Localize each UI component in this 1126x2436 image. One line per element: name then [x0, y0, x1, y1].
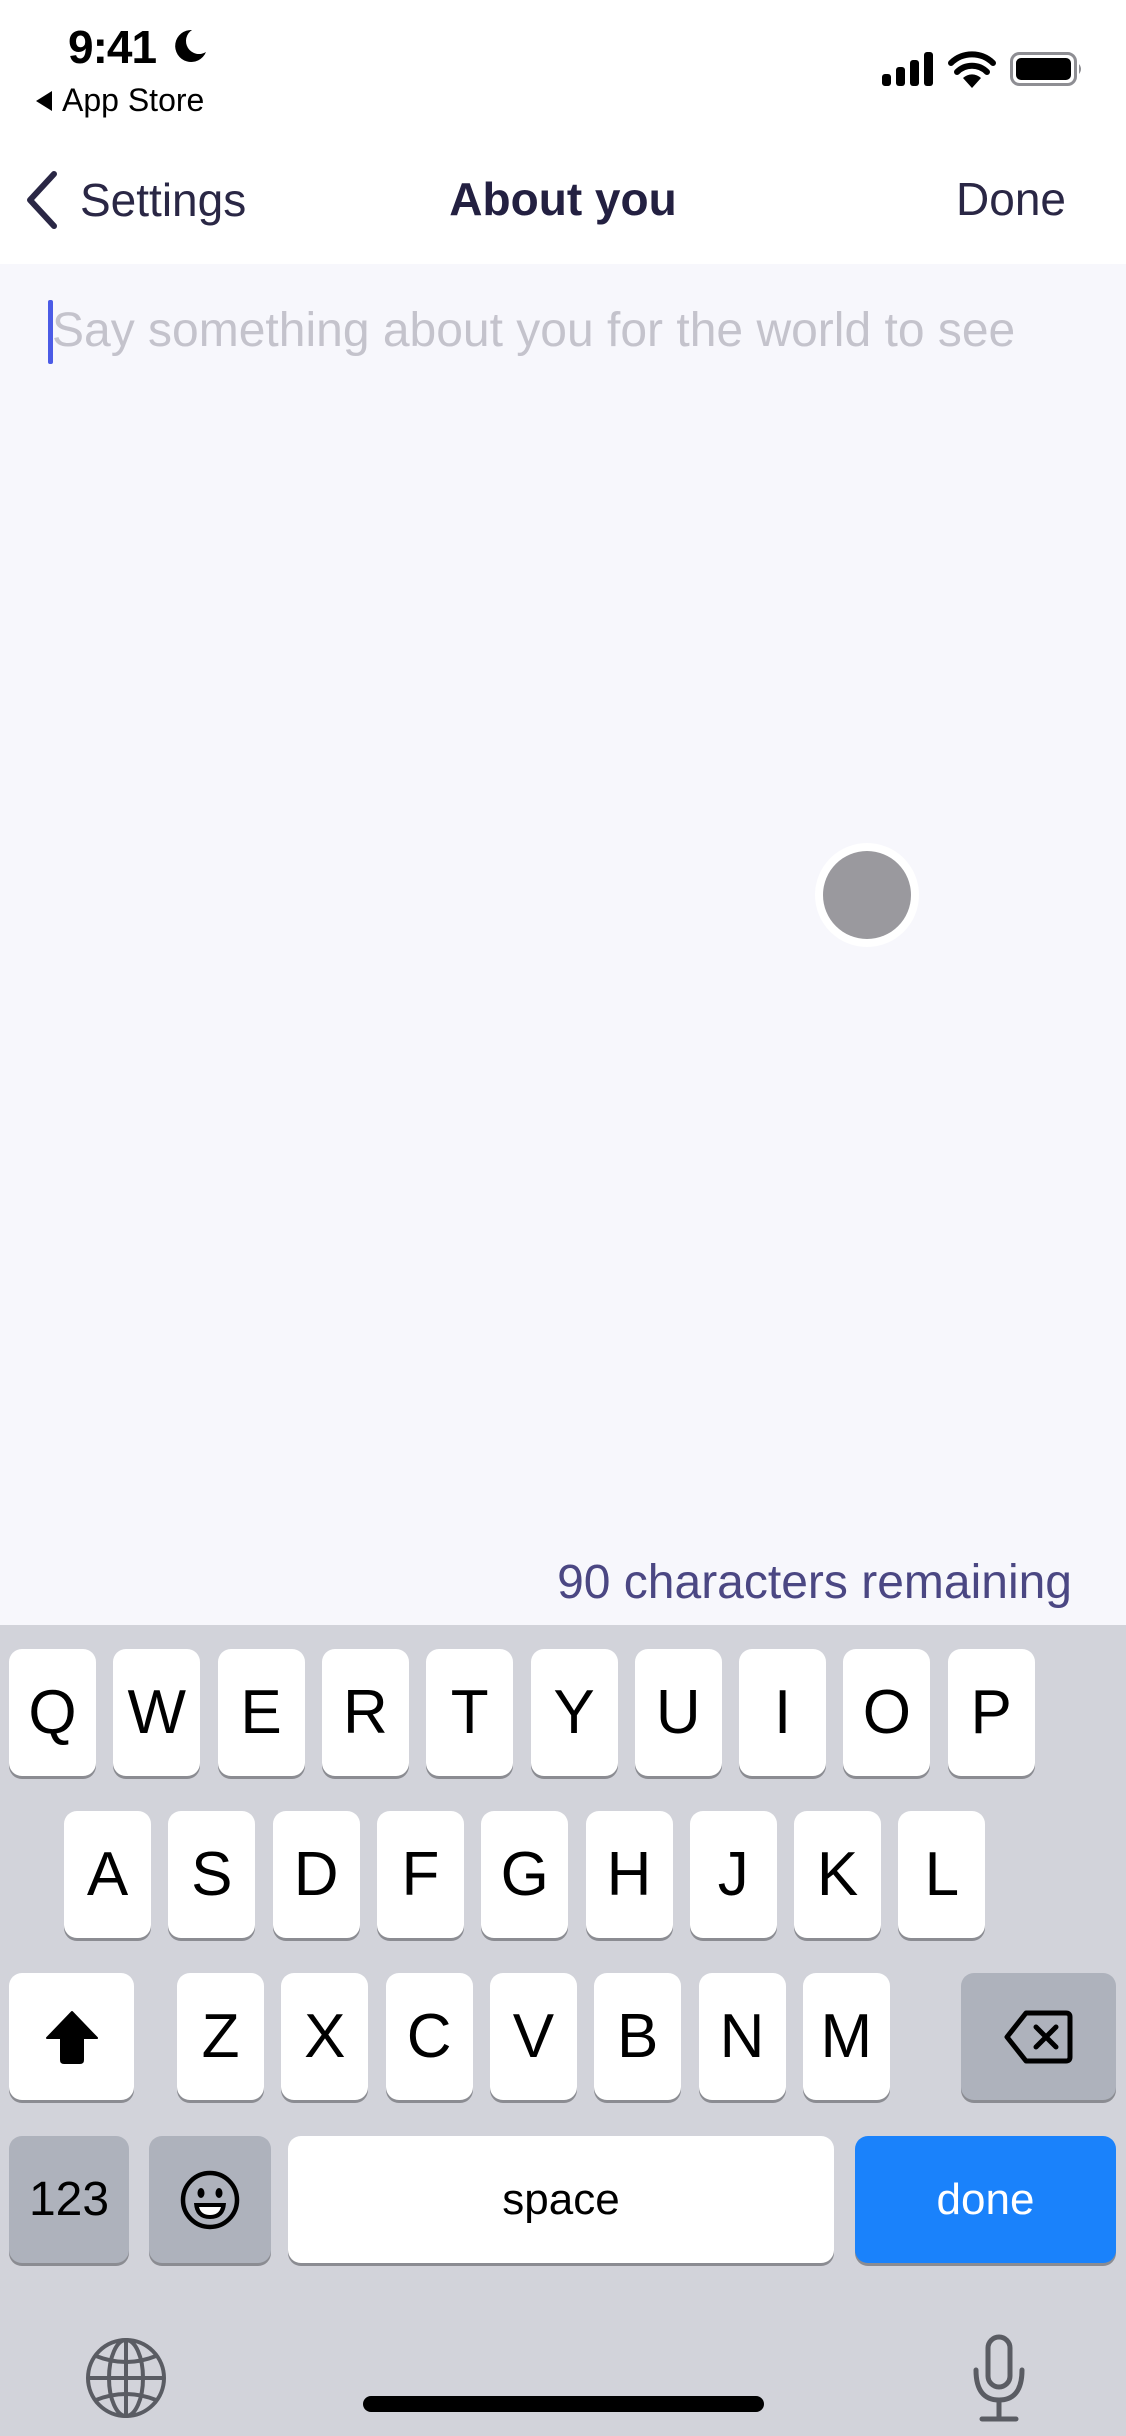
key[interactable]: D	[272, 1811, 360, 1938]
keyboard-done-key[interactable]: done	[855, 2136, 1116, 2263]
key[interactable]: N	[698, 1973, 786, 2100]
key[interactable]: A	[64, 1811, 151, 1938]
text-caret	[48, 300, 53, 364]
emoji-key[interactable]	[149, 2136, 271, 2263]
key[interactable]: X	[281, 1973, 369, 2100]
backspace-key[interactable]	[961, 1973, 1116, 2100]
key[interactable]: P	[947, 1649, 1035, 1776]
key[interactable]: B	[594, 1973, 682, 2100]
microphone-icon[interactable]	[970, 2334, 1028, 2424]
back-to-app-label: App Store	[62, 82, 205, 118]
key[interactable]: T	[426, 1649, 514, 1776]
key[interactable]: I	[739, 1649, 827, 1776]
about-placeholder: Say something about you for the world to…	[52, 304, 1016, 357]
numbers-key[interactable]: 123	[9, 2136, 129, 2263]
wifi-icon	[948, 51, 996, 88]
keyboard: QWERTYUIOP ASDFGHJKL ZXCVBNM 123 space d…	[0, 1625, 1126, 2436]
key[interactable]: H	[585, 1811, 673, 1938]
battery-icon	[1010, 52, 1081, 86]
characters-remaining: 90 characters remaining	[557, 1556, 1072, 1609]
status-time: 9:41	[68, 21, 157, 73]
home-indicator[interactable]	[363, 2396, 764, 2412]
key[interactable]: K	[794, 1811, 882, 1938]
key[interactable]: R	[321, 1649, 409, 1776]
key[interactable]: O	[843, 1649, 931, 1776]
moon-icon	[175, 29, 206, 62]
touch-indicator	[823, 851, 911, 939]
about-text-area[interactable]	[0, 264, 1126, 1624]
key[interactable]: E	[217, 1649, 305, 1776]
key[interactable]: W	[113, 1649, 201, 1776]
key[interactable]: L	[898, 1811, 986, 1938]
cellular-signal-icon	[882, 52, 933, 86]
back-triangle-icon	[36, 90, 52, 111]
key[interactable]: U	[634, 1649, 722, 1776]
key[interactable]: Z	[177, 1973, 264, 2100]
back-to-app-link[interactable]: App Store	[36, 82, 204, 119]
key[interactable]: S	[168, 1811, 256, 1938]
key[interactable]: Q	[9, 1649, 96, 1776]
space-key[interactable]: space	[288, 2136, 834, 2263]
emoji-icon	[180, 2170, 240, 2229]
key[interactable]: Y	[530, 1649, 618, 1776]
shift-icon	[45, 2010, 98, 2064]
backspace-icon	[1004, 2010, 1072, 2063]
key[interactable]: V	[489, 1973, 577, 2100]
key[interactable]: C	[385, 1973, 473, 2100]
key[interactable]: G	[481, 1811, 569, 1938]
key[interactable]: J	[689, 1811, 777, 1938]
shift-key[interactable]	[9, 1973, 134, 2100]
globe-icon[interactable]	[84, 2336, 168, 2420]
key[interactable]: F	[376, 1811, 464, 1938]
done-button[interactable]: Done	[956, 172, 1066, 226]
key[interactable]: M	[802, 1973, 890, 2100]
